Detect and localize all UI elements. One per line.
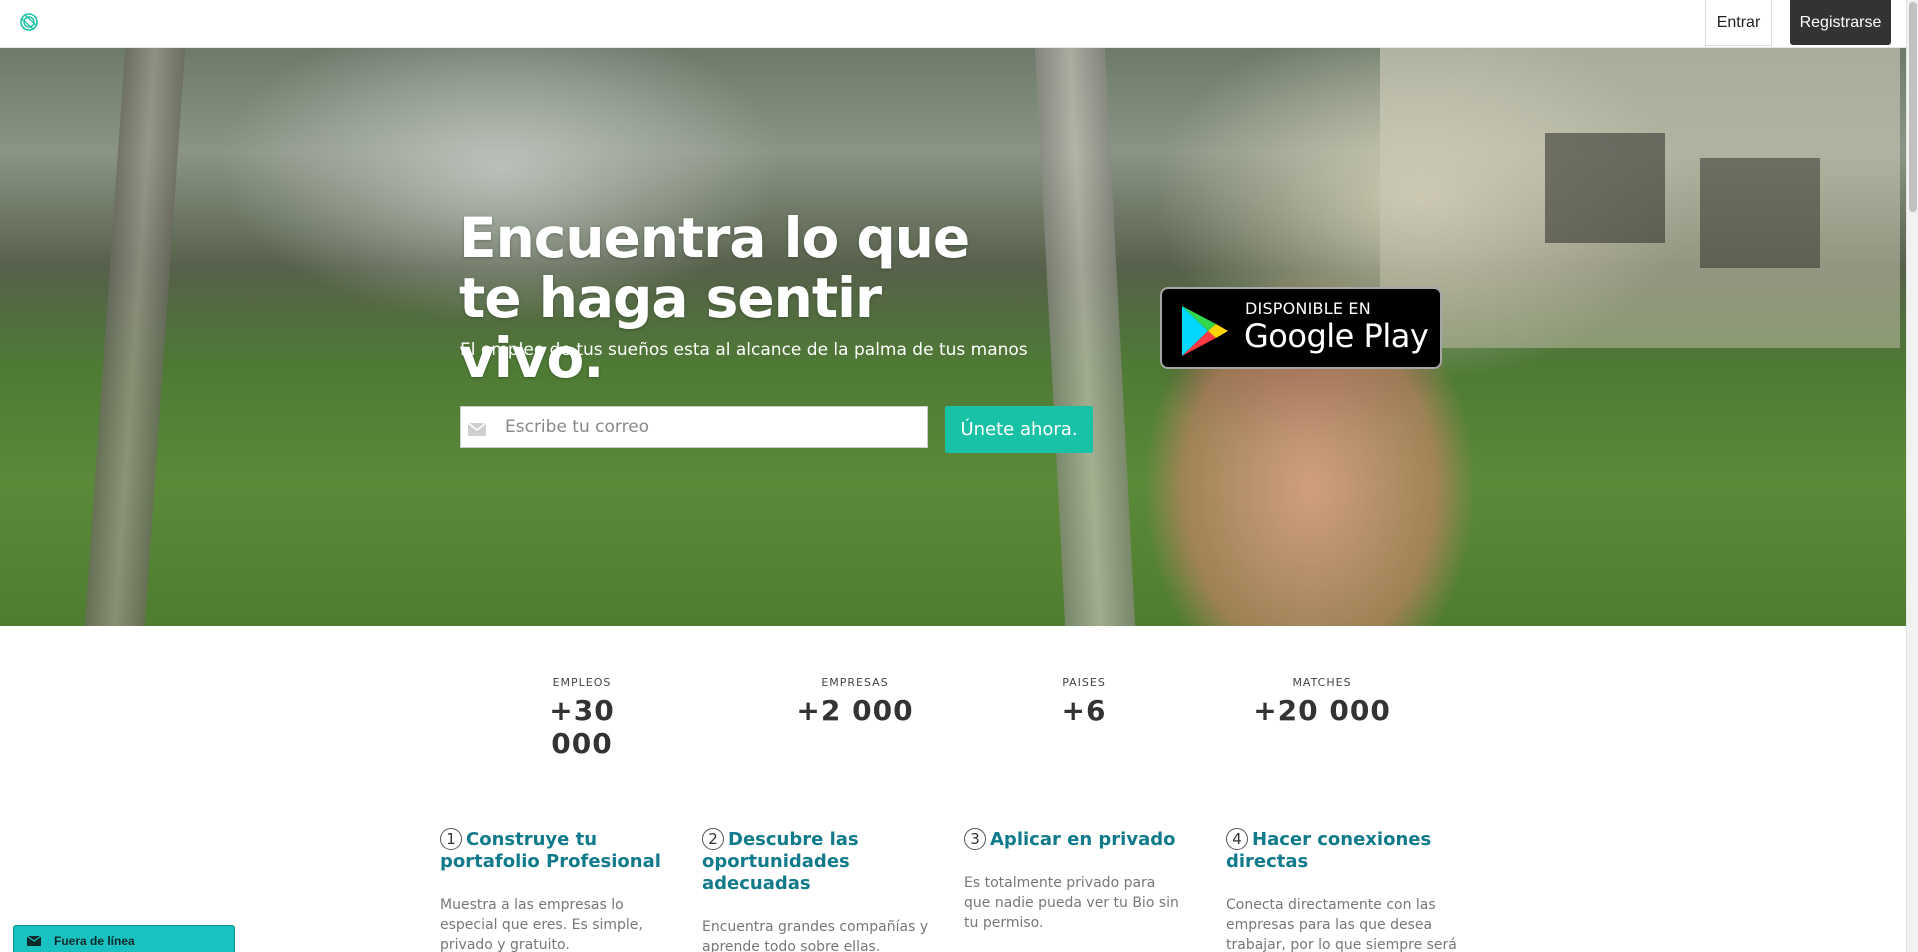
step-card: 3 Aplicar en privado Es totalmente privad… (964, 828, 1184, 933)
google-play-icon (1182, 306, 1228, 356)
email-field[interactable] (460, 406, 928, 448)
envelope-icon (467, 422, 487, 436)
step-description: Muestra a las empresas lo especial que e… (440, 897, 643, 952)
stat-value: +6 (1061, 694, 1107, 727)
stat-label: EMPLEOS (552, 676, 612, 689)
join-now-button[interactable]: Únete ahora. (945, 406, 1093, 453)
envelope-icon (27, 936, 41, 946)
hero-background-tree (84, 48, 186, 626)
stat-label: EMPRESAS (821, 676, 889, 689)
hero-subtitle: El empleo de tus sueños esta al alcance … (460, 340, 1028, 360)
stat-label: MATCHES (1292, 676, 1352, 689)
page-scrollbar[interactable] (1906, 0, 1918, 952)
top-navbar: Entrar Registrarse (0, 0, 1906, 48)
google-play-main-text: Google Play (1244, 317, 1429, 355)
stat-empresas: EMPRESAS +2 000 (790, 676, 920, 727)
step-description: Encuentra grandes compañías y aprende to… (702, 919, 929, 952)
step-title-text: Descubre las oportunidades adecuadas (702, 829, 859, 894)
step-title: 2 Descubre las oportunidades adecuadas (702, 828, 947, 895)
register-button[interactable]: Registrarse (1790, 0, 1891, 45)
stat-value: +2 000 (796, 694, 914, 727)
step-title: 4 Hacer conexiones directas (1226, 828, 1471, 873)
google-play-top-text: DISPONIBLE EN (1245, 299, 1371, 318)
step-number: 1 (440, 828, 462, 850)
hero-background-window (1700, 158, 1820, 268)
hero-background-tree (1034, 48, 1136, 626)
step-title-text: Hacer conexiones directas (1226, 829, 1432, 872)
step-title: 3 Aplicar en privado (964, 828, 1184, 851)
step-description: Conecta directamente con las empresas pa… (1226, 897, 1457, 952)
login-button[interactable]: Entrar (1705, 0, 1772, 46)
step-title-text: Aplicar en privado (990, 829, 1176, 850)
stat-matches: MATCHES +20 000 (1252, 676, 1392, 727)
step-title: 1 Construye tu portafolio Profesional (440, 828, 685, 873)
hero-background-window (1545, 133, 1665, 243)
hero-title: Encuentra lo que te haga sentir vivo. (459, 206, 970, 390)
email-input[interactable] (505, 407, 915, 447)
google-play-badge[interactable]: DISPONIBLE EN Google Play (1160, 287, 1442, 369)
step-number: 3 (964, 828, 986, 850)
stat-value: +30 000 (549, 694, 615, 760)
step-title-text: Construye tu portafolio Profesional (440, 829, 661, 872)
stat-empleos: EMPLEOS +30 000 (517, 676, 647, 760)
step-description: Es totalmente privado para que nadie pue… (964, 875, 1179, 931)
stat-label: PAISES (1062, 676, 1106, 689)
offline-chat-label: Fuera de línea (54, 934, 135, 948)
step-number: 2 (702, 828, 724, 850)
step-number: 4 (1226, 828, 1248, 850)
step-card: 2 Descubre las oportunidades adecuadas En… (702, 828, 947, 952)
stat-paises: PAISES +6 (1034, 676, 1134, 727)
offline-chat-tab[interactable]: Fuera de línea (13, 925, 235, 952)
stat-value: +20 000 (1253, 694, 1391, 727)
step-card: 1 Construye tu portafolio Profesional Mue… (440, 828, 685, 952)
scrollbar-thumb[interactable] (1909, 2, 1917, 212)
spiral-logo-icon[interactable] (18, 11, 40, 33)
step-card: 4 Hacer conexiones directas Conecta direc… (1226, 828, 1471, 952)
